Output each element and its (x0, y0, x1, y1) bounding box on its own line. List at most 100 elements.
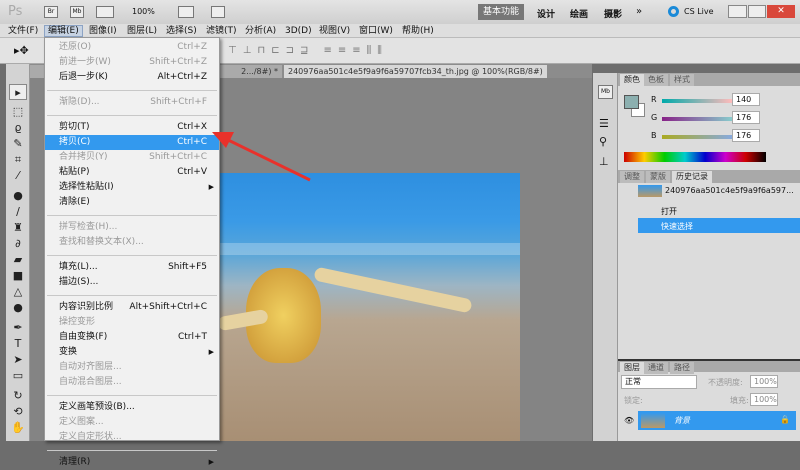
menu-item-shortcut: Ctrl+Z (177, 42, 207, 52)
edit-menu-item[interactable]: 内容识别比例 Alt+Shift+Ctrl+C (45, 300, 219, 315)
maximize-button[interactable] (748, 5, 766, 18)
panel-icon-strip: Mb ☰ ⚲ ⊥ (593, 73, 618, 441)
visibility-eye-icon[interactable]: 👁 (624, 416, 634, 425)
edit-menu-item[interactable]: 定义画笔预设(B)... (45, 400, 219, 415)
move-tool-preset-icon[interactable]: ▸✥ (14, 44, 29, 57)
view-extras-button[interactable] (96, 6, 114, 18)
menu-help[interactable]: 帮助(H) (399, 25, 437, 37)
workspace-design[interactable]: 设计 (537, 7, 555, 20)
cs-live-button[interactable]: CS Live (684, 7, 714, 16)
menu-edit[interactable]: 编辑(E) (44, 25, 83, 37)
edit-menu-item[interactable]: 填充(L)... Shift+F5 (45, 260, 219, 275)
workspace-essentials[interactable]: 基本功能 (478, 4, 524, 20)
adjustments-icon[interactable]: ☰ (599, 117, 609, 130)
hand-tool-icon[interactable]: ✋ (9, 420, 27, 436)
history-snapshot[interactable]: 240976aa501c4e5f9a9f6a597... (665, 186, 794, 195)
mini-bridge-panel-icon[interactable]: Mb (598, 85, 613, 99)
layer-background[interactable]: 背景 🔒 (638, 411, 796, 430)
tab-color[interactable]: 颜色 (620, 74, 644, 86)
type-tool-icon[interactable]: T (9, 336, 27, 352)
tab-channels[interactable]: 通道 (644, 362, 668, 374)
menu-analysis[interactable]: 分析(A) (242, 25, 279, 37)
lasso-tool-icon[interactable]: ϱ (9, 120, 27, 136)
minimize-button[interactable] (728, 5, 747, 18)
edit-menu-item[interactable]: 粘贴(P) Ctrl+V (45, 165, 219, 180)
menu-separator (47, 255, 217, 256)
clone-stamp-icon[interactable]: ♜ (9, 220, 27, 236)
history-brush-icon[interactable]: ∂ (9, 236, 27, 252)
menu-select[interactable]: 选择(S) (163, 25, 200, 37)
crop-tool-icon[interactable]: ⌗ (9, 152, 27, 168)
tool-presets-icon[interactable]: ⊥ (599, 155, 609, 168)
b-value-input[interactable]: 176 (732, 129, 760, 142)
tab-swatches[interactable]: 色板 (644, 74, 668, 86)
path-selection-icon[interactable]: ➤ (9, 352, 27, 368)
3d-rotate-icon[interactable]: ↻ (9, 388, 27, 404)
edit-menu-item[interactable]: 拷贝(C) Ctrl+C (45, 135, 219, 150)
shape-tool-icon[interactable]: ▭ (9, 368, 27, 384)
b-slider[interactable] (662, 135, 732, 139)
gradient-tool-icon[interactable]: ■ (9, 268, 27, 284)
edit-menu-item: 前进一步(W) Shift+Ctrl+Z (45, 55, 219, 70)
brush-tool-icon[interactable]: ∕ (9, 204, 27, 220)
menu-file[interactable]: 文件(F) (5, 25, 41, 37)
g-slider[interactable] (662, 117, 732, 121)
move-tool-icon[interactable]: ▸ (9, 84, 27, 100)
workspace-photography[interactable]: 摄影 (604, 7, 622, 20)
edit-menu-item[interactable]: 描边(S)... (45, 275, 219, 290)
screen-mode-button[interactable] (211, 6, 225, 18)
history-item-open[interactable]: 打开 (618, 203, 800, 218)
fill-input[interactable]: 100% (750, 393, 778, 406)
tab-styles[interactable]: 样式 (670, 74, 694, 86)
tab-history[interactable]: 历史记录 (672, 171, 712, 183)
tab-paths[interactable]: 路径 (670, 362, 694, 374)
edit-menu-item[interactable]: 后退一步(K) Alt+Ctrl+Z (45, 70, 219, 85)
edit-menu-item[interactable]: 选择性粘贴(I) ▶ (45, 180, 219, 195)
edit-menu-item[interactable]: 清理(R) ▶ (45, 455, 219, 470)
history-item-quick-select[interactable]: 快速选择 (638, 218, 800, 233)
arrange-documents-button[interactable] (178, 6, 194, 18)
r-label: R (651, 95, 657, 104)
align-buttons[interactable]: ⊤⊥⊓⊏⊐⊒ ≡≡≡⫼⫼ (228, 45, 388, 56)
menu-layer[interactable]: 图层(L) (124, 25, 160, 37)
doc-tab-2[interactable]: 240976aa501c4e5f9a9f6a59707fcb34_th.jpg … (284, 65, 547, 78)
eyedropper-tool-icon[interactable]: ⁄ (9, 168, 27, 184)
menu-window[interactable]: 窗口(W) (356, 25, 396, 37)
tab-layers[interactable]: 图层 (620, 362, 644, 374)
foreground-color-swatch[interactable] (624, 95, 639, 109)
close-button[interactable]: ✕ (767, 5, 795, 18)
tab-adjustments[interactable]: 调整 (620, 171, 644, 183)
opacity-input[interactable]: 100% (750, 375, 778, 388)
menu-view[interactable]: 视图(V) (316, 25, 353, 37)
marquee-tool-icon[interactable]: ⬚ (9, 104, 27, 120)
edit-menu-item[interactable]: 清除(E) (45, 195, 219, 210)
dodge-tool-icon[interactable]: ● (9, 300, 27, 316)
menu-filter[interactable]: 滤镜(T) (203, 25, 240, 37)
mini-bridge-button[interactable]: Mb (70, 6, 84, 18)
clone-source-icon[interactable]: ⚲ (599, 135, 607, 148)
quick-selection-tool-icon[interactable]: ✎ (9, 136, 27, 152)
r-value-input[interactable]: 140 (732, 93, 760, 106)
r-slider[interactable] (662, 99, 732, 103)
healing-brush-icon[interactable]: ● (9, 188, 27, 204)
menu-image[interactable]: 图像(I) (86, 25, 120, 37)
edit-menu-item: 定义自定形状... (45, 430, 219, 445)
blend-mode-select[interactable]: 正常 (621, 375, 697, 389)
submenu-arrow-icon: ▶ (208, 348, 214, 356)
eraser-tool-icon[interactable]: ▰ (9, 252, 27, 268)
crab-photo[interactable] (217, 173, 520, 441)
zoom-level-dropdown[interactable]: 100% (132, 7, 155, 16)
menu-3d[interactable]: 3D(D) (282, 25, 315, 37)
g-value-input[interactable]: 176 (732, 111, 760, 124)
pen-tool-icon[interactable]: ✒ (9, 320, 27, 336)
more-workspaces-button[interactable]: » (636, 6, 642, 17)
edit-menu-item[interactable]: 自由变换(F) Ctrl+T (45, 330, 219, 345)
workspace-painting[interactable]: 绘画 (570, 7, 588, 20)
edit-menu-item[interactable]: 变换 ▶ (45, 345, 219, 360)
tab-masks[interactable]: 蒙版 (646, 171, 670, 183)
3d-orbit-icon[interactable]: ⟲ (9, 404, 27, 420)
bridge-button[interactable]: Br (44, 6, 58, 18)
blur-tool-icon[interactable]: △ (9, 284, 27, 300)
edit-menu-item[interactable]: 剪切(T) Ctrl+X (45, 120, 219, 135)
color-spectrum[interactable] (624, 152, 766, 162)
